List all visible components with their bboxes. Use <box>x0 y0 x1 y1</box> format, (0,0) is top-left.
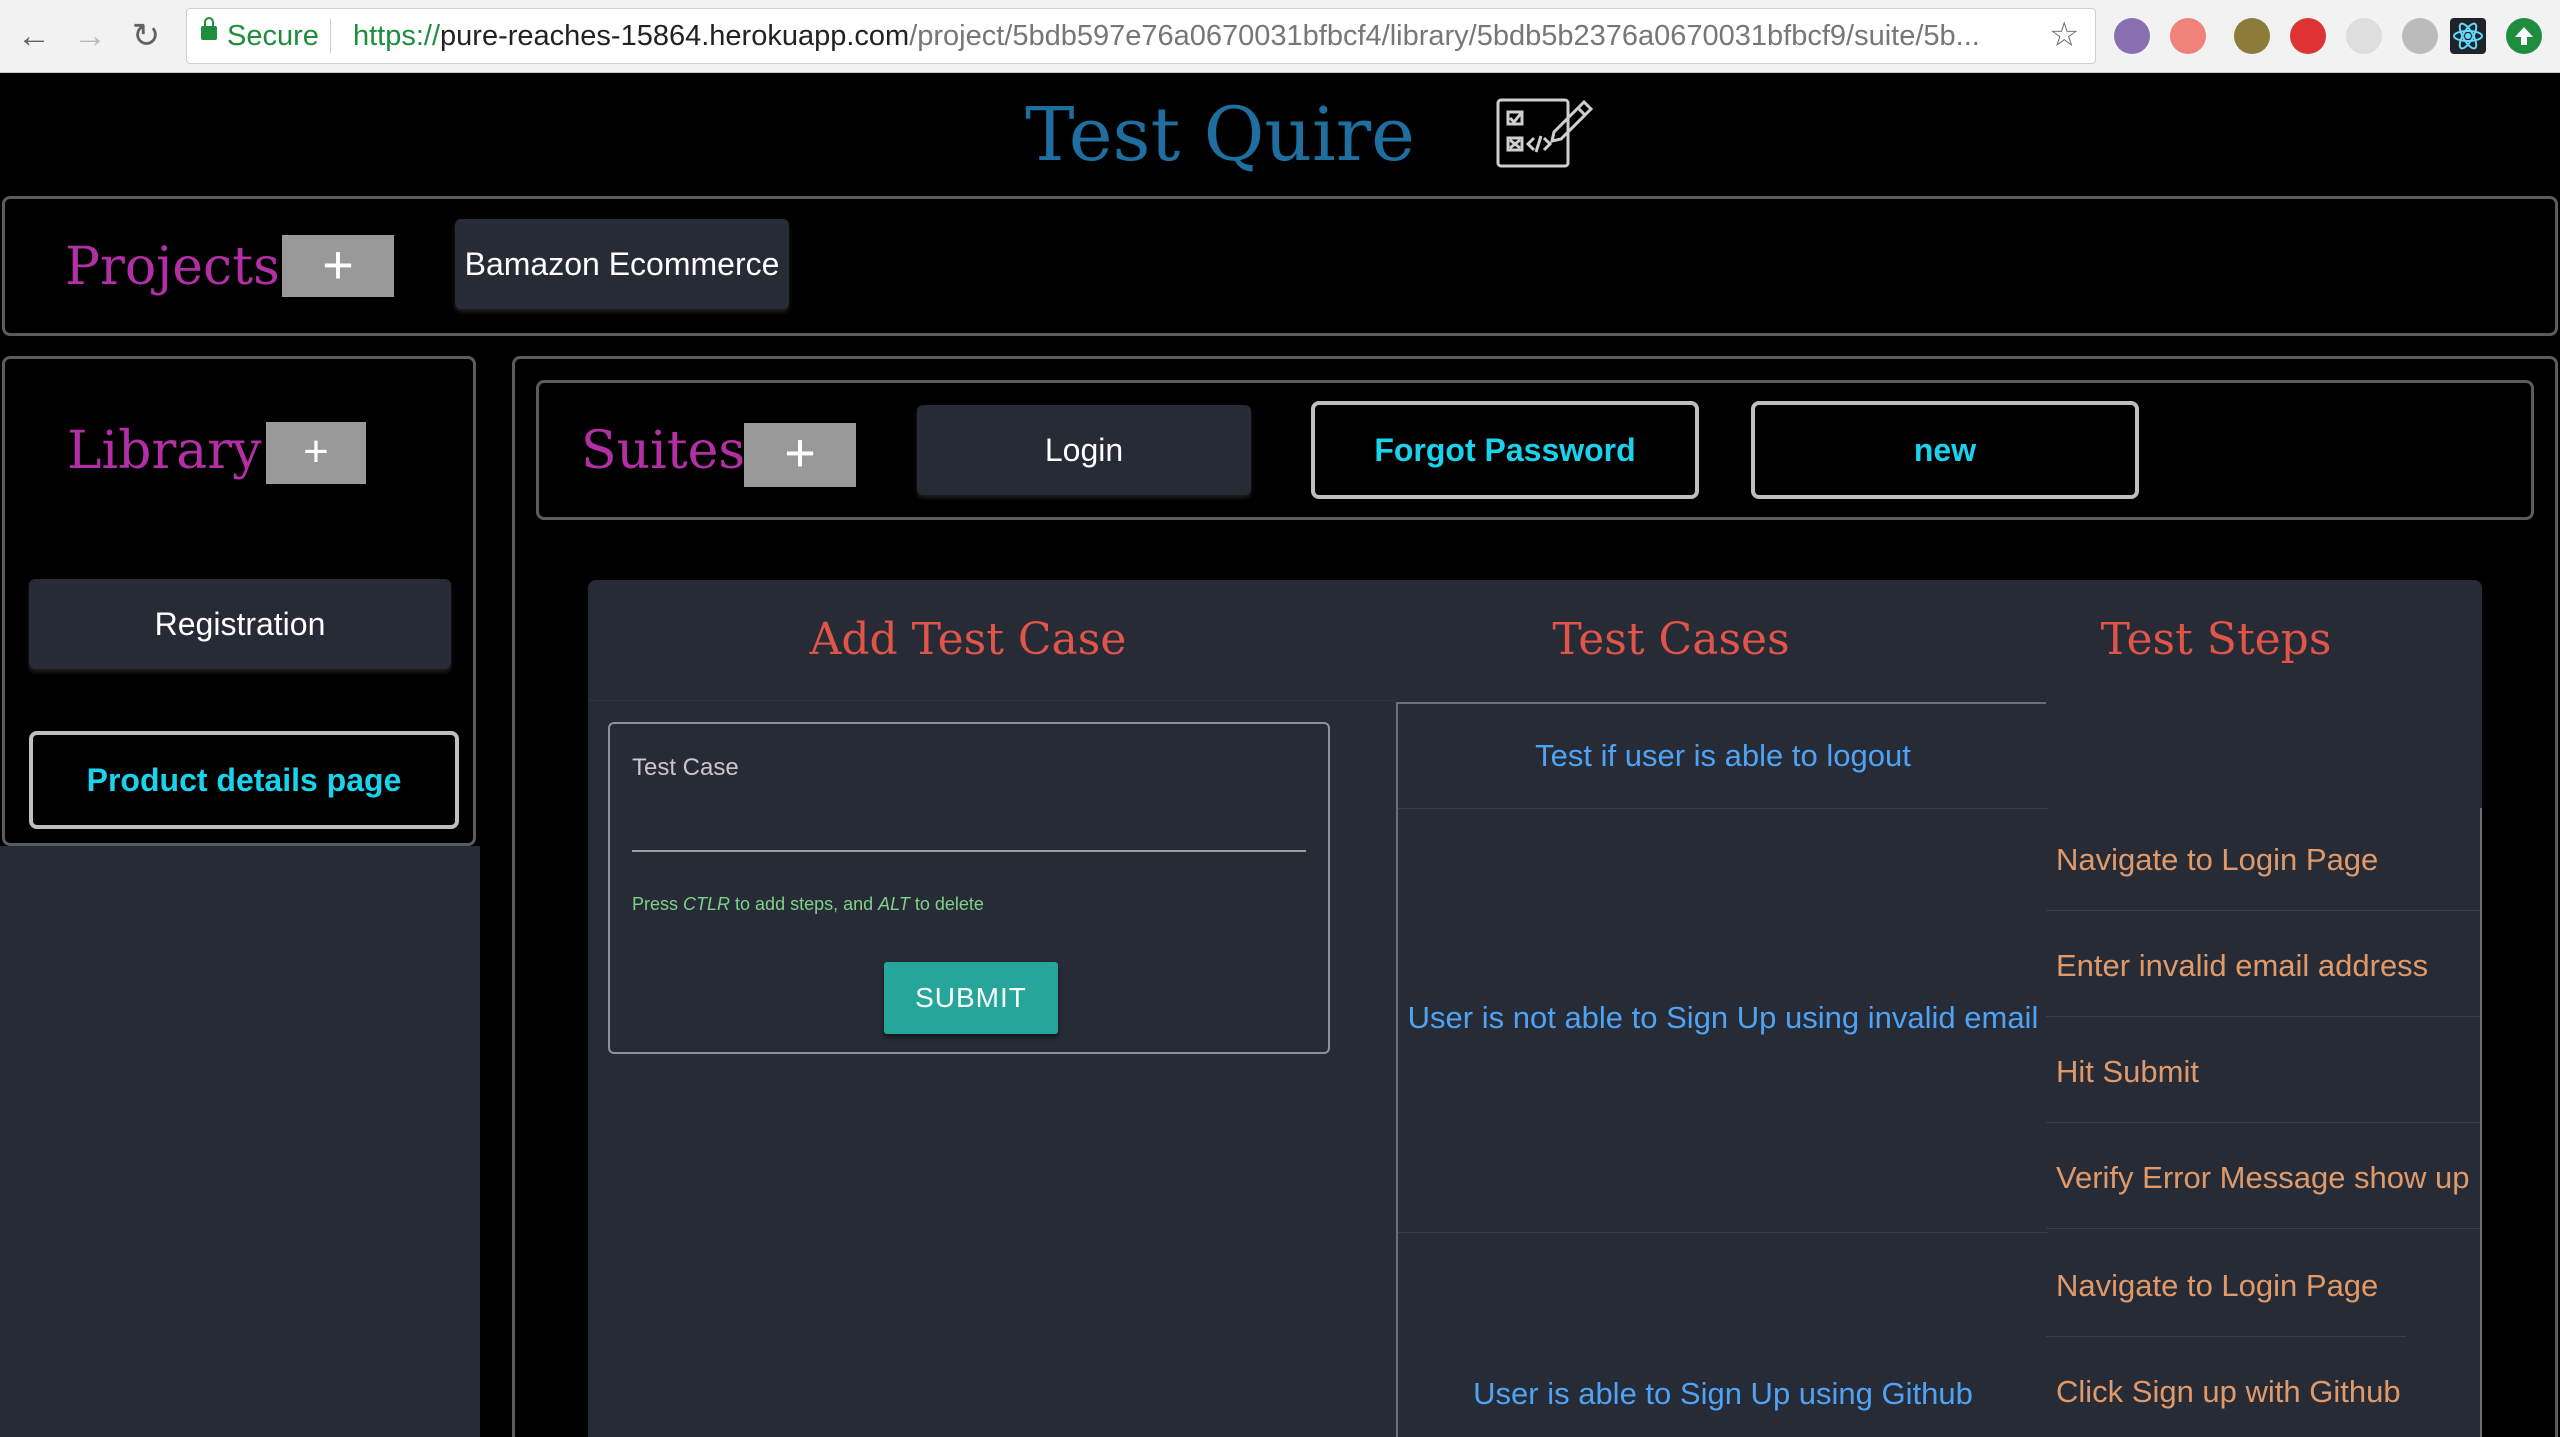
address-bar[interactable]: Secure https://pure-reaches-15864.heroku… <box>186 8 2096 64</box>
test-steps-heading: Test Steps <box>2100 614 2332 665</box>
reload-icon[interactable]: ↻ <box>124 14 168 58</box>
hint-suffix: to delete <box>909 894 984 914</box>
share-extension-icon[interactable] <box>2170 18 2206 54</box>
sidebar-background <box>0 846 480 1437</box>
sync-extension-icon[interactable] <box>2346 18 2382 54</box>
suites-label: Suites <box>581 421 746 481</box>
lock-icon <box>201 17 217 40</box>
test-steps-list: Navigate to Login Page Enter invalid ema… <box>2046 702 2482 1437</box>
url-host: pure-reaches-15864.herokuapp.com <box>440 20 910 52</box>
row-divider <box>2046 1336 2406 1337</box>
opera-extension-icon[interactable] <box>2290 18 2326 54</box>
search-extension-icon[interactable] <box>2402 18 2438 54</box>
test-checklist-logo-icon <box>1494 92 1594 172</box>
add-suite-button[interactable]: + <box>744 423 856 487</box>
row-divider <box>2046 910 2480 911</box>
browser-toolbar: ← → ↻ Secure https://pure-reaches-15864.… <box>0 0 2560 73</box>
test-step-item[interactable]: Hit Submit <box>2056 1054 2199 1090</box>
address-divider <box>330 19 331 53</box>
submit-button[interactable]: SUBMIT <box>884 962 1058 1034</box>
add-library-button[interactable]: + <box>266 422 366 484</box>
upload-extension-icon[interactable] <box>2506 18 2542 54</box>
hint-key-alt: ALT <box>878 894 910 914</box>
test-step-item[interactable]: Navigate to Login Page <box>2056 1268 2378 1304</box>
test-case-input[interactable] <box>632 804 1306 852</box>
secure-label: Secure <box>227 20 319 52</box>
projects-bar: Projects + Bamazon Ecommerce <box>2 196 2558 336</box>
test-case-hint: Press CTLR to add steps, and ALT to dele… <box>632 894 984 915</box>
row-divider <box>1398 1232 2048 1233</box>
row-divider <box>2046 1122 2480 1123</box>
library-panel: Library + Registration Product details p… <box>2 356 476 846</box>
suite-tab-new[interactable]: new <box>1751 401 2139 499</box>
bookmark-star-icon[interactable]: ☆ <box>2049 15 2079 55</box>
library-item-product-details-page[interactable]: Product details page <box>29 731 459 829</box>
test-step-item[interactable]: Verify Error Message show up <box>2056 1160 2470 1196</box>
library-item-registration[interactable]: Registration <box>29 579 451 669</box>
test-step-item[interactable]: Enter invalid email address <box>2056 948 2428 984</box>
test-case-item[interactable]: User is able to Sign Up using Github <box>1398 1376 2048 1412</box>
suite-tab-forgot-password[interactable]: Forgot Password <box>1311 401 1699 499</box>
app-title: Test Quire <box>1025 92 1415 178</box>
test-case-item[interactable]: User is not able to Sign Up using invali… <box>1398 1000 2048 1036</box>
project-tab-bamazon-ecommerce[interactable]: Bamazon Ecommerce <box>455 219 789 309</box>
test-case-item[interactable]: Test if user is able to logout <box>1398 738 2048 774</box>
eyedropper-extension-icon[interactable] <box>2114 18 2150 54</box>
steps-right-border <box>2480 808 2482 1437</box>
shield-extension-icon[interactable] <box>2234 18 2270 54</box>
header-divider <box>588 700 1396 701</box>
suite-tab-login[interactable]: Login <box>917 405 1251 495</box>
add-project-button[interactable]: + <box>282 235 394 297</box>
hint-key-ctlr: CTLR <box>683 894 731 914</box>
hint-middle: to add steps, and <box>730 894 879 914</box>
back-icon[interactable]: ← <box>12 14 56 58</box>
test-cases-heading: Test Cases <box>1552 614 1790 665</box>
test-step-item[interactable]: Navigate to Login Page <box>2056 842 2378 878</box>
url-scheme: https:// <box>353 20 441 52</box>
row-divider <box>2046 1016 2480 1017</box>
test-step-item[interactable]: Click Sign up with Github <box>2056 1374 2401 1410</box>
test-cases-list: Test if user is able to logout User is n… <box>1396 702 2048 1437</box>
library-label: Library <box>67 421 262 481</box>
row-divider <box>1398 808 2048 809</box>
url-path: /project/5bdb597e76a0670031bfbcf4/librar… <box>909 20 1980 52</box>
react-devtools-icon[interactable] <box>2450 18 2486 54</box>
hint-prefix: Press <box>632 894 684 914</box>
suites-bar: Suites + Login Forgot Password new <box>536 380 2534 520</box>
test-case-field-label: Test Case <box>632 754 739 781</box>
projects-label: Projects <box>65 237 280 297</box>
add-test-case-form: Test Case Press CTLR to add steps, and A… <box>608 722 1330 1054</box>
add-test-case-heading: Add Test Case <box>809 614 1127 665</box>
row-divider <box>2046 1228 2480 1229</box>
url-text[interactable]: https://pure-reaches-15864.herokuapp.com… <box>353 17 2033 55</box>
forward-icon[interactable]: → <box>68 14 112 58</box>
